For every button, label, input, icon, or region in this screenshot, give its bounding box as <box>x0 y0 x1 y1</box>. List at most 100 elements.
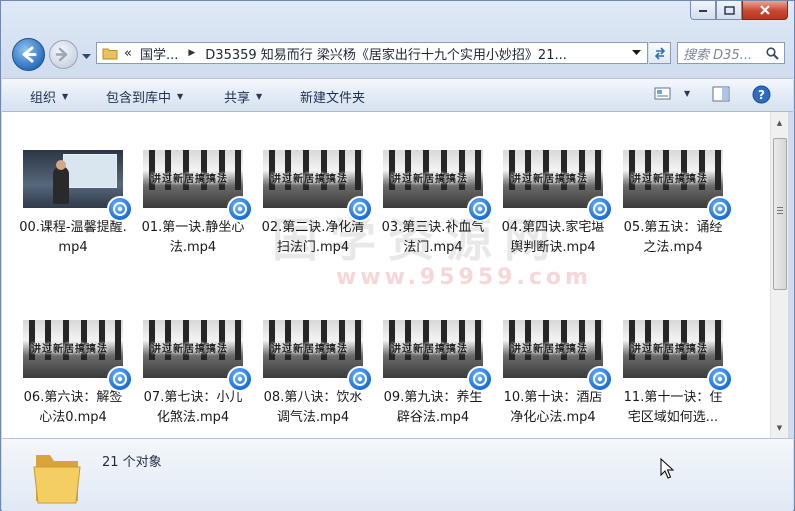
video-thumbnail: 讲过新居搞搞法 <box>383 320 483 378</box>
video-player-icon <box>227 196 253 222</box>
file-item[interactable]: 讲过新居搞搞法 02.第二诀.净化清 扫法门.mp4 <box>254 150 373 258</box>
thumbnail-caption: 讲过新居搞搞法 <box>271 174 348 185</box>
minimize-button[interactable] <box>690 1 716 20</box>
arrow-right-icon <box>55 47 68 62</box>
include-library-label: 包含到库中 <box>106 91 172 106</box>
refresh-icon <box>654 47 665 60</box>
file-item[interactable]: 讲过新居搞搞法 07.第七诀：小儿 化煞法.mp4 <box>134 320 253 428</box>
thumbnail-caption: 讲过新居搞搞法 <box>511 174 588 185</box>
help-icon: ? <box>752 85 771 104</box>
organize-label: 组织 <box>30 91 57 106</box>
svg-text:?: ? <box>758 88 765 102</box>
search-placeholder: 搜索 D35... <box>683 47 753 63</box>
arrow-left-icon <box>22 46 37 63</box>
breadcrumb-item-guoxue[interactable]: 国学... <box>140 44 178 63</box>
address-bar[interactable]: « 国学... ▶ D35359 知易而行 梁兴杨《居家出行十九个实用小妙招》2… <box>96 42 648 64</box>
file-name: 10.第十诀：酒店 净化心法.mp4 <box>494 388 612 428</box>
chevron-down-icon: ▼ <box>256 92 263 101</box>
file-item[interactable]: 讲过新居搞搞法 09.第九诀：养生 辟谷法.mp4 <box>374 320 493 428</box>
command-bar: 组织 ▼ 包含到库中 ▼ 共享 ▼ 新建文件夹 ▼ ? <box>2 78 793 112</box>
file-name: 00.课程-温馨提醒. mp4 <box>14 218 132 258</box>
folder-icon <box>102 48 118 59</box>
file-item[interactable]: 讲过新居搞搞法 06.第六诀：解签 心法0.mp4 <box>14 320 133 428</box>
thumbnail-caption: 讲过新居搞搞法 <box>151 344 228 355</box>
thumbnail-caption: 讲过新居搞搞法 <box>271 344 348 355</box>
scroll-down-arrow-icon[interactable]: ▼ <box>771 419 788 436</box>
file-name-line: 舆判断诀.mp4 <box>510 240 596 255</box>
scroll-thumb[interactable] <box>773 138 787 290</box>
video-thumbnail <box>23 150 123 208</box>
video-thumbnail: 讲过新居搞搞法 <box>263 320 363 378</box>
chevron-down-icon[interactable] <box>632 50 641 56</box>
share-menu[interactable]: 共享 ▼ <box>224 87 262 106</box>
new-folder-button[interactable]: 新建文件夹 <box>300 87 365 106</box>
file-item[interactable]: 讲过新居搞搞法 08.第八诀：饮水 调气法.mp4 <box>254 320 373 428</box>
breadcrumb-root-chevron[interactable]: « <box>124 46 132 61</box>
breadcrumb-item-current[interactable]: D35359 知易而行 梁兴杨《居家出行十九个实用小妙招》21... <box>205 44 585 63</box>
file-name-line: 之法.mp4 <box>643 240 703 255</box>
file-name-line: 心法0.mp4 <box>39 410 107 425</box>
chevron-down-icon: ▼ <box>684 89 691 98</box>
file-name-line: 法门.mp4 <box>403 240 463 255</box>
thumbnail-caption: 讲过新居搞搞法 <box>31 344 108 355</box>
caption-buttons <box>690 1 788 20</box>
view-icon <box>654 87 671 100</box>
video-player-icon <box>587 196 613 222</box>
folder-large-icon <box>33 455 81 504</box>
file-item[interactable]: 讲过新居搞搞法 01.第一诀.静坐心 法.mp4 <box>134 150 253 258</box>
file-name: 08.第八诀：饮水 调气法.mp4 <box>254 388 372 428</box>
video-player-icon <box>347 196 373 222</box>
forward-button[interactable] <box>49 40 78 69</box>
thumbnail-caption: 讲过新居搞搞法 <box>151 174 228 185</box>
file-name-line: 调气法.mp4 <box>276 410 350 425</box>
close-button[interactable] <box>742 1 788 20</box>
file-item[interactable]: 讲过新居搞搞法 11.第十一诀：住 宅区域如何选... <box>614 320 733 428</box>
video-thumbnail: 讲过新居搞搞法 <box>623 150 723 208</box>
close-icon <box>760 5 770 15</box>
file-item[interactable]: 00.课程-温馨提醒. mp4 <box>14 150 133 258</box>
recent-pages-dropdown[interactable] <box>82 49 91 64</box>
video-player-icon <box>227 366 253 392</box>
chevron-down-icon <box>82 54 91 59</box>
thumbnail-caption: 讲过新居搞搞法 <box>631 344 708 355</box>
video-player-icon <box>107 196 133 222</box>
video-player-icon <box>467 366 493 392</box>
change-view-button[interactable]: ▼ <box>654 86 690 101</box>
breadcrumb-separator-icon[interactable]: ▶ <box>188 48 195 58</box>
organize-menu[interactable]: 组织 ▼ <box>30 87 68 106</box>
scroll-up-arrow-icon[interactable]: ▲ <box>771 114 788 131</box>
video-thumbnail: 讲过新居搞搞法 <box>143 150 243 208</box>
vertical-scrollbar[interactable]: ▲ ▼ <box>770 112 788 438</box>
file-name: 09.第九诀：养生 辟谷法.mp4 <box>374 388 492 428</box>
video-player-icon <box>707 196 733 222</box>
search-box[interactable]: 搜索 D35... <box>677 42 785 64</box>
video-thumbnail: 讲过新居搞搞法 <box>503 320 603 378</box>
video-thumbnail: 讲过新居搞搞法 <box>383 150 483 208</box>
include-in-library-menu[interactable]: 包含到库中 ▼ <box>106 87 183 106</box>
file-item[interactable]: 讲过新居搞搞法 04.第四诀.家宅堪 舆判断诀.mp4 <box>494 150 613 258</box>
file-name: 04.第四诀.家宅堪 舆判断诀.mp4 <box>494 218 612 258</box>
chevron-down-icon: ▼ <box>177 92 184 101</box>
mouse-cursor-icon <box>660 458 674 479</box>
file-list[interactable]: 国学资源网 www.95959.com 00.课程-温馨提醒. mp4 讲过新居搞搞… <box>2 112 770 438</box>
video-thumbnail: 讲过新居搞搞法 <box>263 150 363 208</box>
help-button[interactable]: ? <box>752 85 771 104</box>
video-player-icon <box>587 366 613 392</box>
file-item[interactable]: 讲过新居搞搞法 03.第三诀.补血气 法门.mp4 <box>374 150 493 258</box>
video-player-icon <box>347 366 373 392</box>
file-name: 06.第六诀：解签 心法0.mp4 <box>14 388 132 428</box>
watermark-url: www.95959.com <box>336 265 592 290</box>
item-count: 21 个对象 <box>102 455 162 470</box>
thumbnail-caption: 讲过新居搞搞法 <box>391 174 468 185</box>
back-button[interactable] <box>12 38 45 71</box>
share-label: 共享 <box>224 91 251 106</box>
preview-pane-button[interactable] <box>712 86 730 102</box>
maximize-button[interactable] <box>716 1 742 20</box>
file-item[interactable]: 讲过新居搞搞法 05.第五诀：诵经 之法.mp4 <box>614 150 733 258</box>
refresh-button[interactable] <box>649 42 671 64</box>
file-name-line: 化煞法.mp4 <box>156 410 230 425</box>
video-player-icon <box>467 196 493 222</box>
file-name: 01.第一诀.静坐心 法.mp4 <box>134 218 252 258</box>
file-item[interactable]: 讲过新居搞搞法 10.第十诀：酒店 净化心法.mp4 <box>494 320 613 428</box>
search-icon[interactable] <box>766 46 779 60</box>
